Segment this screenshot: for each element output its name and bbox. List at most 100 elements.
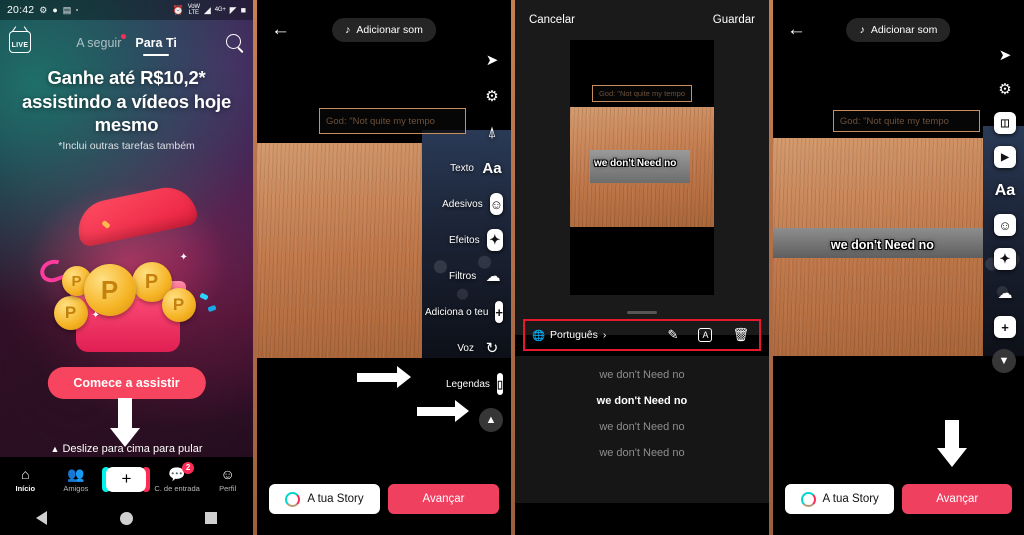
chevron-up-icon[interactable]: ▲ (479, 408, 503, 432)
download-button[interactable]: ⍋ (449, 114, 511, 150)
list-item[interactable]: we don't Need no (515, 362, 769, 388)
vowifi-icon: VoW LTE (187, 4, 200, 16)
video-cards-button[interactable]: ▶ (980, 140, 1024, 174)
text-button[interactable]: Aa (980, 174, 1024, 208)
tab-a-seguir[interactable]: A seguir (76, 34, 127, 50)
tab-para-ti[interactable]: Para Ti (135, 36, 176, 50)
add-button[interactable]: + (980, 310, 1024, 344)
your-story-label: A tua Story (822, 493, 879, 505)
video-subtitle-overlay: we don't Need no (830, 238, 934, 252)
create-button[interactable]: + (102, 466, 151, 492)
list-item[interactable]: we don't Need no (515, 388, 769, 414)
chat-bubble-icon: ● (52, 4, 58, 15)
editor-side-rail: ➤ ⚙ ◫ ▶ Aa ☺ ✦ ☁ + ▼ (980, 38, 1024, 378)
profile-icon: ☺ (220, 465, 235, 482)
tab-para-ti-label: Para Ti (135, 36, 177, 50)
recents-nav-icon[interactable] (204, 512, 217, 524)
filters-button[interactable]: ☁ (980, 276, 1024, 310)
rail-item-adiciona-o-teu[interactable]: Adiciona o teu + (425, 294, 511, 330)
captions-icon: ▯ (496, 373, 503, 395)
video-preview[interactable]: God: "Not quite my tempo we don't Need n… (569, 40, 714, 295)
stickers-icon: ☺ (993, 214, 1016, 236)
your-story-button[interactable]: A tua Story (268, 484, 380, 514)
bottom-spacer (514, 503, 769, 535)
save-button[interactable]: Guardar (713, 14, 755, 26)
add-sound-button[interactable]: ♪ Adicionar som (332, 18, 436, 42)
sidebar-item-caixa-entrada[interactable]: 💬 2 C. de entrada (154, 461, 200, 493)
back-nav-icon[interactable] (36, 511, 48, 525)
list-item[interactable]: we don't Need no (515, 414, 769, 440)
your-story-button[interactable]: A tua Story (784, 484, 895, 514)
your-story-label: A tua Story (307, 493, 364, 505)
rail-adiciona-label: Adiciona o teu (425, 306, 489, 318)
rail-item-adesivos[interactable]: Adesivos ☺ (442, 186, 511, 222)
annotation-arrow-down (110, 398, 140, 447)
adjust-clips-button[interactable]: ⚙ (980, 72, 1024, 106)
coin-icon: P (53, 296, 88, 330)
rail-item-voz[interactable]: Voz ↻ (449, 330, 511, 366)
next-button[interactable]: Avançar (388, 484, 500, 514)
share-button[interactable]: ➤ (980, 38, 1024, 72)
start-watching-button[interactable]: Comece a assistir (47, 367, 206, 399)
coin-icon: P (83, 264, 136, 316)
editor-bottom-bar: A tua Story Avançar (256, 463, 511, 535)
rail-item-filtros[interactable]: Filtros ☁ (449, 258, 511, 294)
sheet-grabber[interactable] (626, 311, 657, 314)
language-selector[interactable]: 🌐 Português › (525, 329, 606, 342)
effects-icon: ✦ (486, 229, 503, 251)
add-plus-icon: + (993, 316, 1016, 338)
bottom-tab-bar: ⌂ Início 👥 Amigos + 💬 2 C. de entrada ☺ … (0, 457, 254, 501)
language-label: Português (550, 329, 598, 341)
adjust-clips-button[interactable]: ⚙ (449, 78, 511, 114)
live-icon[interactable]: LIVE (9, 31, 31, 53)
expand-rail-button[interactable]: ▼ (980, 344, 1024, 378)
stickers-button[interactable]: ☺ (980, 208, 1024, 242)
sidebar-item-perfil[interactable]: ☺ Perfil (205, 466, 251, 493)
text-aa-icon: Aa (482, 159, 502, 177)
back-arrow-icon[interactable]: ← (787, 20, 806, 39)
add-sound-button[interactable]: ♪ Adicionar som (846, 18, 951, 42)
share-button[interactable]: ➤ (449, 42, 511, 78)
trash-delete-icon[interactable]: 🗑 (732, 327, 749, 343)
caption-preview-box[interactable]: God: "Not quite my tempo (832, 110, 980, 132)
next-button[interactable]: Avançar (902, 484, 1012, 514)
tab-perfil-label: Perfil (219, 483, 237, 493)
rail-voz-label: Voz (457, 342, 474, 354)
battery-icon: ■ (240, 4, 247, 15)
app-notification-icon: ▤ (62, 4, 72, 15)
headline-footnote: *Inclui outras tarefas também (58, 140, 195, 152)
caption-preview-box[interactable]: God: "Not quite my tempo (591, 85, 692, 102)
rail-item-texto[interactable]: Texto Aa (449, 150, 511, 186)
rail-adesivos-label: Adesivos (442, 198, 483, 210)
back-arrow-icon[interactable]: ← (271, 20, 290, 39)
chevron-down-icon[interactable]: ▼ (991, 349, 1016, 373)
effects-button[interactable]: ✦ (980, 242, 1024, 276)
status-clock: 20:42 (7, 4, 35, 16)
sidebar-item-inicio[interactable]: ⌂ Início (2, 466, 48, 493)
share-arrow-icon: ➤ (998, 47, 1012, 64)
pencil-edit-icon[interactable]: ✎ (668, 327, 679, 343)
list-item[interactable]: we don't Need no (515, 440, 769, 466)
home-nav-icon[interactable] (119, 511, 133, 525)
adjust-gear-icon: ⚙ (485, 88, 499, 105)
create-plus-icon[interactable]: + (102, 466, 151, 492)
add-plus-icon: + (495, 301, 503, 323)
sidebar-item-amigos[interactable]: 👥 Amigos (53, 466, 99, 493)
font-style-icon[interactable]: A (698, 328, 713, 342)
video-subtitle-overlay: we don't Need no (593, 158, 677, 169)
split-screen-button[interactable]: ◫ (980, 106, 1024, 140)
wifi-icon: ◢ (203, 4, 211, 15)
screenshot-root: 20:42 ⚙ ● ▤ ⏰ VoW LTE ◢ 4G+ ◤ ■ LIVE A se… (0, 0, 1024, 535)
search-icon[interactable] (226, 34, 242, 49)
tab-inicio-label: Início (15, 483, 36, 493)
rail-item-efeitos[interactable]: Efeitos ✦ (449, 222, 511, 258)
caption-preview-box[interactable]: God: "Not quite my tempo (318, 108, 466, 134)
home-icon: ⌂ (21, 465, 30, 482)
rail-item-legendas[interactable]: Legendas ▯ (446, 366, 511, 402)
inbox-badge: 2 (182, 461, 195, 474)
treasure-chest-illustration: P P P P P ✦ ✦ (21, 178, 232, 358)
video-preview[interactable] (256, 143, 422, 358)
panel-tiktok-feed: 20:42 ⚙ ● ▤ ⏰ VoW LTE ◢ 4G+ ◤ ■ LIVE A se… (0, 0, 254, 535)
annotation-arrow-right-legendas (356, 366, 411, 388)
cancel-button[interactable]: Cancelar (529, 14, 575, 26)
